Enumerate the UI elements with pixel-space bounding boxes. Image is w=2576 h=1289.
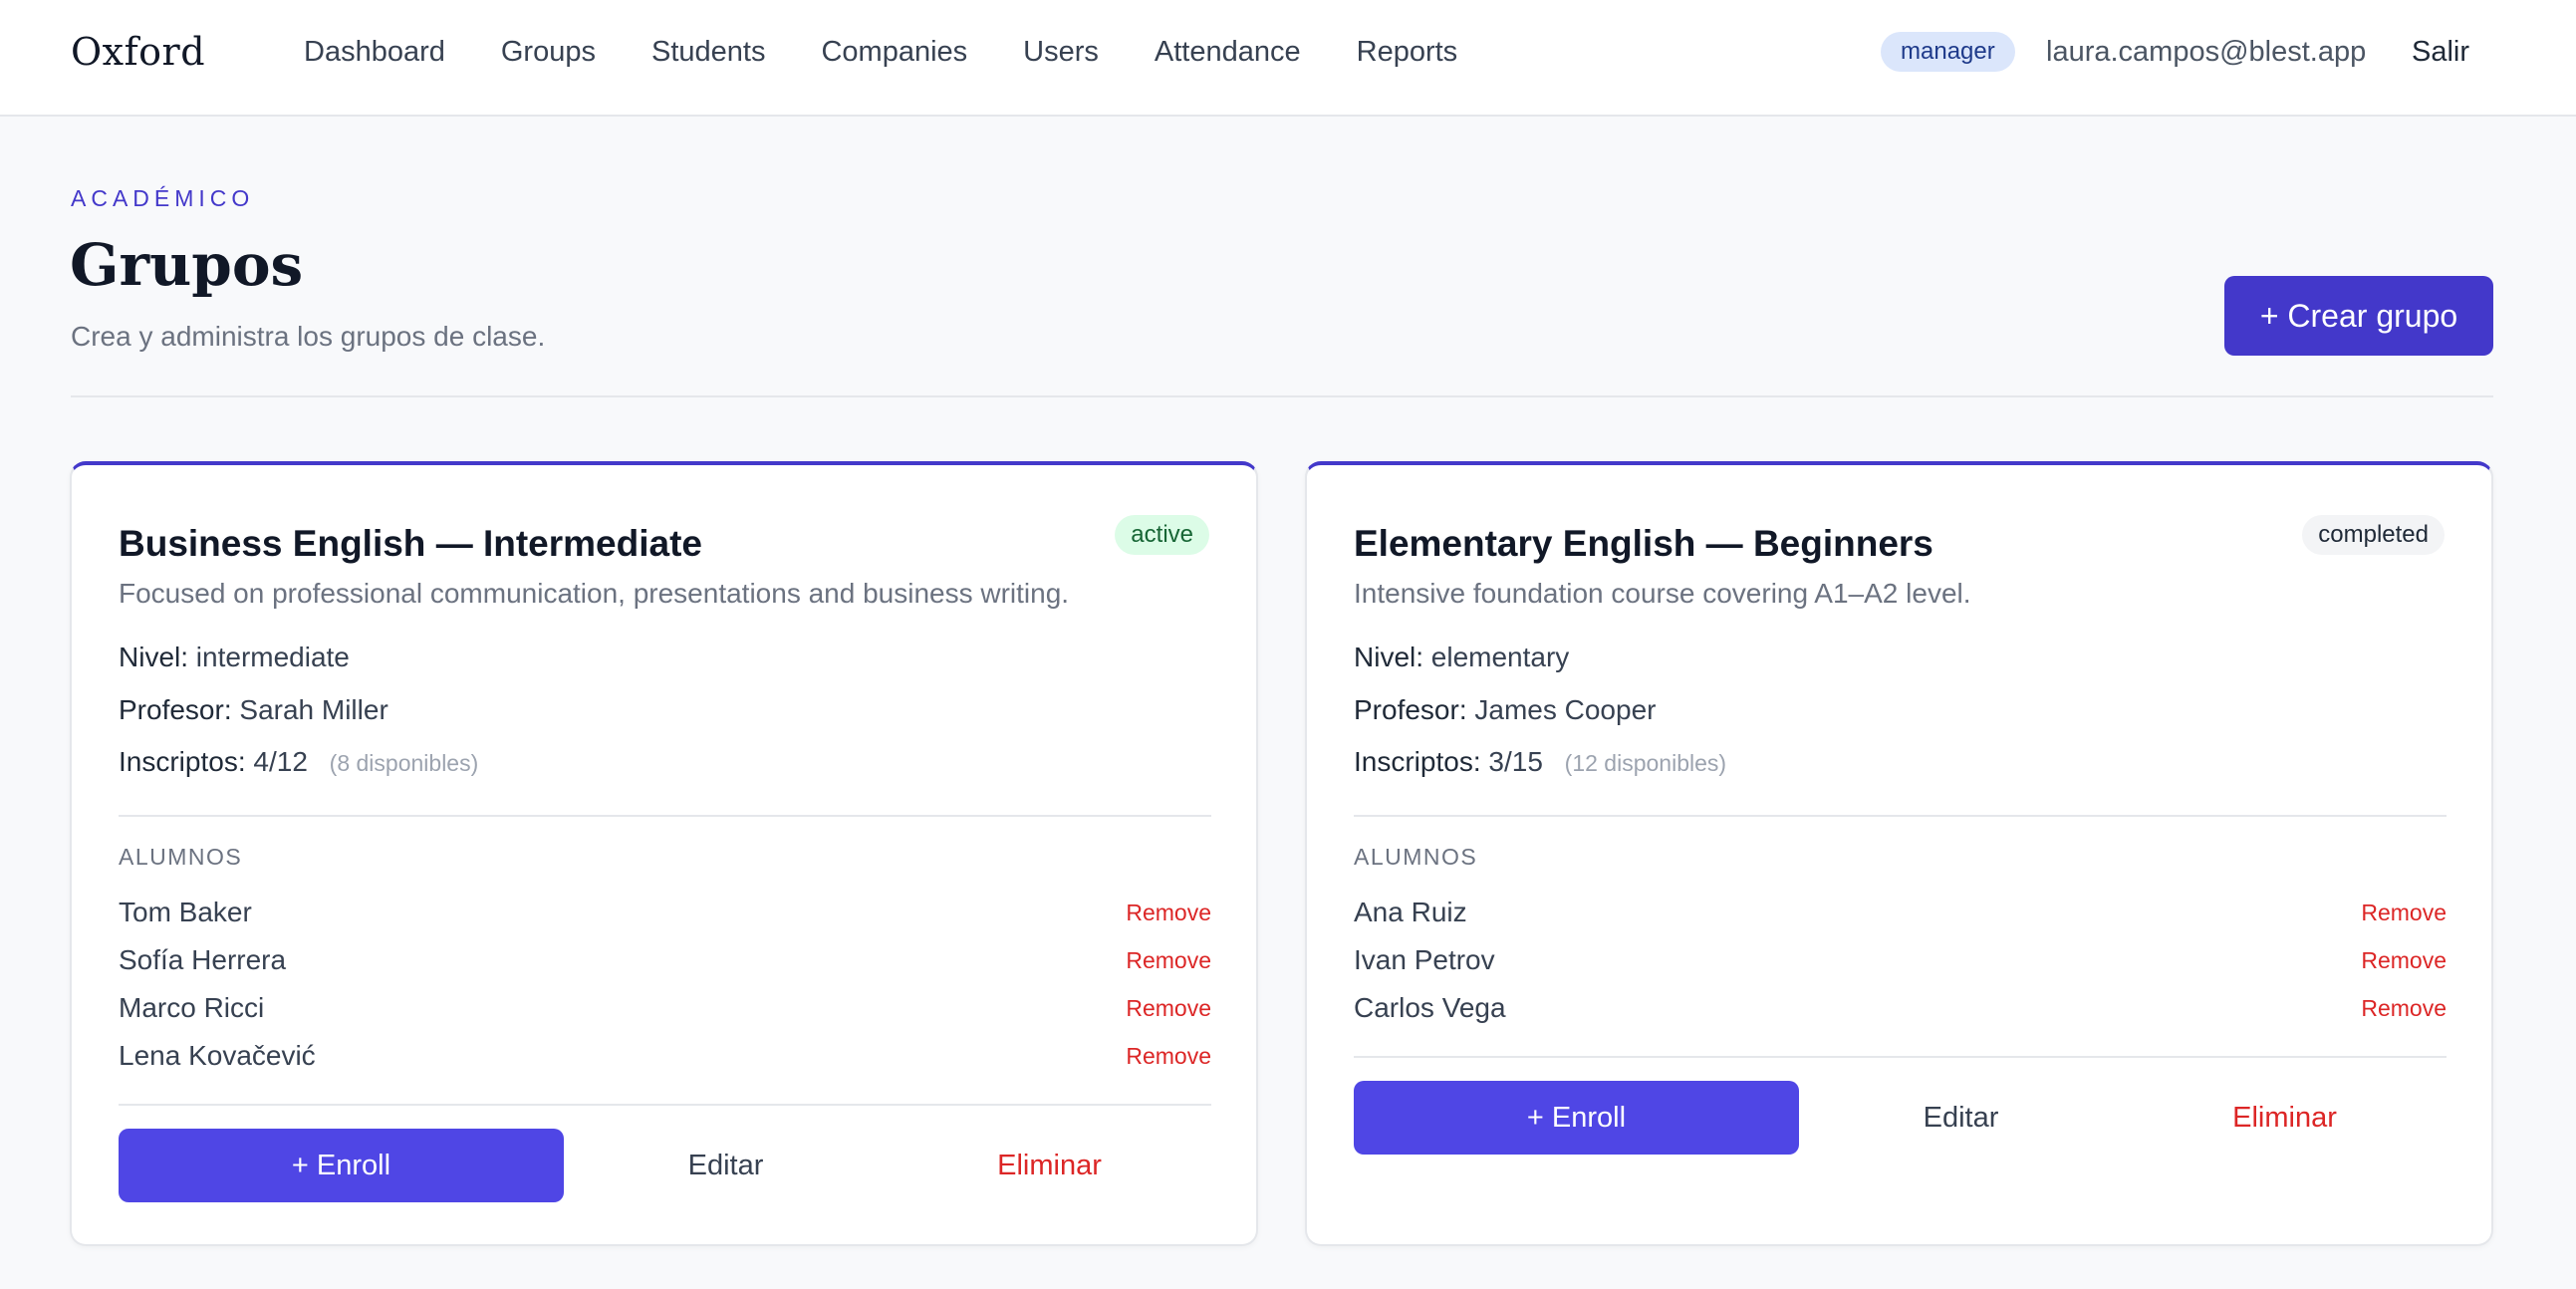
group-title: Business English — Intermediate xyxy=(119,523,702,564)
teacher-label: Profesor: xyxy=(119,694,232,725)
status-badge: active xyxy=(1115,515,1209,555)
user-email: laura.campos@blest.app xyxy=(2046,36,2367,68)
student-name: Tom Baker xyxy=(119,897,252,927)
nav-companies[interactable]: Companies xyxy=(821,36,967,69)
list-item: Carlos Vega Remove xyxy=(1354,984,2447,1032)
list-item: Lena Kovačević Remove xyxy=(119,1032,1211,1080)
remove-student-link[interactable]: Remove xyxy=(2361,947,2447,974)
level-value: intermediate xyxy=(195,642,350,672)
group-enrolled: Inscriptos: 3/15 (12 disponibles) xyxy=(1354,746,1726,778)
enrolled-label: Inscriptos: xyxy=(1354,746,1481,777)
student-name: Carlos Vega xyxy=(1354,992,1506,1023)
nav-groups[interactable]: Groups xyxy=(501,36,596,69)
group-title: Elementary English — Beginners xyxy=(1354,523,1933,564)
teacher-value: James Cooper xyxy=(1474,694,1657,725)
card-divider xyxy=(119,815,1211,817)
role-badge: manager xyxy=(1881,32,2015,72)
enrolled-value: 3/15 xyxy=(1488,746,1543,777)
page-title: Grupos xyxy=(70,231,304,299)
list-item: Tom Baker Remove xyxy=(119,889,1211,936)
enroll-button[interactable]: + Enroll xyxy=(1354,1081,1799,1155)
remove-student-link[interactable]: Remove xyxy=(2361,900,2447,926)
group-enrolled: Inscriptos: 4/12 (8 disponibles) xyxy=(119,746,478,778)
nav-attendance[interactable]: Attendance xyxy=(1155,36,1301,69)
group-teacher: Profesor: Sarah Miller xyxy=(119,694,388,726)
student-name: Ana Ruiz xyxy=(1354,897,1467,927)
brand-logo[interactable]: Oxford xyxy=(71,30,205,74)
remove-student-link[interactable]: Remove xyxy=(1126,947,1211,974)
delete-button[interactable]: Eliminar xyxy=(888,1129,1211,1202)
list-item: Sofía Herrera Remove xyxy=(119,936,1211,984)
group-level: Nivel: intermediate xyxy=(119,642,350,673)
edit-button[interactable]: Editar xyxy=(1799,1081,2123,1155)
students-section-label: ALUMNOS xyxy=(1354,844,1478,870)
level-value: elementary xyxy=(1430,642,1570,672)
edit-button[interactable]: Editar xyxy=(564,1129,888,1202)
student-name: Lena Kovačević xyxy=(119,1040,316,1071)
nav-users[interactable]: Users xyxy=(1023,36,1099,69)
section-eyebrow: ACADÉMICO xyxy=(71,185,255,211)
level-label: Nivel: xyxy=(1354,642,1424,672)
teacher-label: Profesor: xyxy=(1354,694,1467,725)
teacher-value: Sarah Miller xyxy=(239,694,388,725)
student-name: Sofía Herrera xyxy=(119,944,287,975)
nav-dashboard[interactable]: Dashboard xyxy=(304,36,445,69)
enroll-button[interactable]: + Enroll xyxy=(119,1129,564,1202)
enrolled-label: Inscriptos: xyxy=(119,746,246,777)
card-divider xyxy=(1354,1056,2447,1058)
available-seats: (12 disponibles) xyxy=(1564,750,1727,776)
nav-reports[interactable]: Reports xyxy=(1357,36,1458,69)
list-item: Ivan Petrov Remove xyxy=(1354,936,2447,984)
main-nav: Dashboard Groups Students Companies User… xyxy=(304,36,1513,69)
group-teacher: Profesor: James Cooper xyxy=(1354,694,1656,726)
remove-student-link[interactable]: Remove xyxy=(2361,995,2447,1022)
card-divider xyxy=(119,1104,1211,1106)
card-actions: + Enroll Editar Eliminar xyxy=(1354,1081,2447,1155)
remove-student-link[interactable]: Remove xyxy=(1126,900,1211,926)
available-seats: (8 disponibles) xyxy=(329,750,479,776)
enrolled-value: 4/12 xyxy=(253,746,308,777)
group-level: Nivel: elementary xyxy=(1354,642,1569,673)
status-badge: completed xyxy=(2302,515,2445,555)
student-name: Marco Ricci xyxy=(119,992,265,1023)
delete-button[interactable]: Eliminar xyxy=(2123,1081,2447,1155)
students-section-label: ALUMNOS xyxy=(119,844,243,870)
nav-students[interactable]: Students xyxy=(651,36,765,69)
list-item: Ana Ruiz Remove xyxy=(1354,889,2447,936)
group-card: Business English — Intermediate active F… xyxy=(70,461,1258,1246)
remove-student-link[interactable]: Remove xyxy=(1126,1043,1211,1070)
remove-student-link[interactable]: Remove xyxy=(1126,995,1211,1022)
card-actions: + Enroll Editar Eliminar xyxy=(119,1129,1211,1202)
page-subtitle: Crea y administra los grupos de clase. xyxy=(71,321,546,352)
card-divider xyxy=(1354,815,2447,817)
student-list: Tom Baker Remove Sofía Herrera Remove Ma… xyxy=(119,889,1211,1080)
level-label: Nivel: xyxy=(119,642,189,672)
group-card: Elementary English — Beginners completed… xyxy=(1305,461,2493,1246)
create-group-button[interactable]: + Crear grupo xyxy=(2224,276,2493,356)
logout-link[interactable]: Salir xyxy=(2412,36,2469,69)
group-description: Intensive foundation course covering A1–… xyxy=(1354,578,1971,609)
group-description: Focused on professional communication, p… xyxy=(119,578,1070,609)
header-divider xyxy=(71,395,2493,397)
student-name: Ivan Petrov xyxy=(1354,944,1495,975)
student-list: Ana Ruiz Remove Ivan Petrov Remove Carlo… xyxy=(1354,889,2447,1032)
list-item: Marco Ricci Remove xyxy=(119,984,1211,1032)
top-navbar: Oxford Dashboard Groups Students Compani… xyxy=(0,0,2576,117)
